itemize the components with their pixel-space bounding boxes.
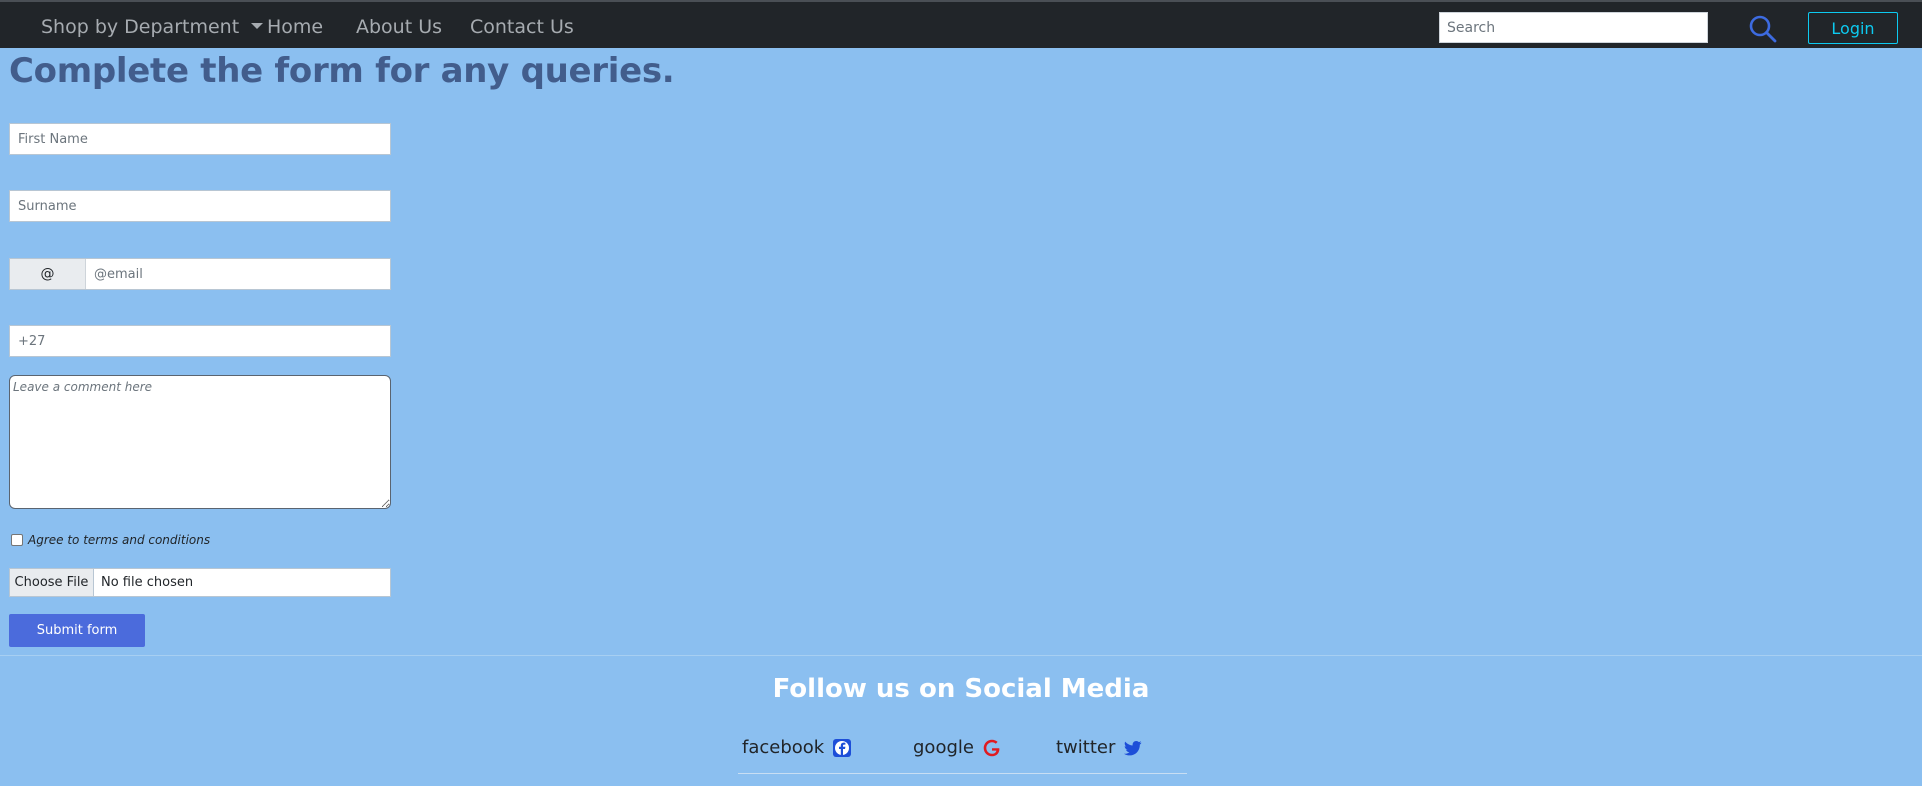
shop-by-department-dropdown[interactable]: Shop by Department xyxy=(41,16,264,38)
caret-down-icon xyxy=(251,22,264,29)
twitter-icon xyxy=(1124,740,1142,755)
nav-link-about-us[interactable]: About Us xyxy=(356,16,442,38)
terms-label: Agree to terms and conditions xyxy=(28,533,211,547)
file-status: No file chosen xyxy=(101,575,194,590)
email-addon: @ xyxy=(10,259,86,289)
social-label: twitter xyxy=(1056,737,1116,758)
comment-textarea[interactable] xyxy=(9,375,391,509)
social-divider xyxy=(738,773,1187,774)
choose-file-button[interactable]: Choose File xyxy=(10,569,94,596)
email-input[interactable] xyxy=(86,259,390,289)
google-icon xyxy=(983,739,1000,756)
footer-title: Follow us on Social Media xyxy=(772,674,1150,704)
file-input: Choose File No file chosen xyxy=(9,568,391,597)
nav-link-contact-us[interactable]: Contact Us xyxy=(470,16,574,38)
social-link-twitter[interactable]: twitter xyxy=(1056,737,1143,758)
submit-form-button[interactable]: Submit form xyxy=(9,614,145,647)
social-label: google xyxy=(913,737,974,758)
search-icon[interactable] xyxy=(1748,14,1778,44)
phone-input[interactable] xyxy=(9,325,391,357)
page-title: Complete the form for any queries. xyxy=(9,51,675,91)
surname-input[interactable] xyxy=(9,190,391,222)
facebook-icon xyxy=(833,738,852,757)
footer-divider xyxy=(0,655,1922,656)
email-input-group: @ xyxy=(9,258,391,290)
terms-checkbox[interactable] xyxy=(11,534,23,546)
login-button[interactable]: Login xyxy=(1808,12,1898,44)
nav-link-home[interactable]: Home xyxy=(267,16,323,38)
search-input[interactable] xyxy=(1439,12,1708,43)
dropdown-label: Shop by Department xyxy=(41,16,240,38)
first-name-input[interactable] xyxy=(9,123,391,155)
social-link-facebook[interactable]: facebook xyxy=(742,737,852,758)
navbar: Shop by Department Home About Us Contact… xyxy=(0,0,1922,48)
social-link-google[interactable]: google xyxy=(913,737,1002,758)
social-label: facebook xyxy=(742,737,825,758)
